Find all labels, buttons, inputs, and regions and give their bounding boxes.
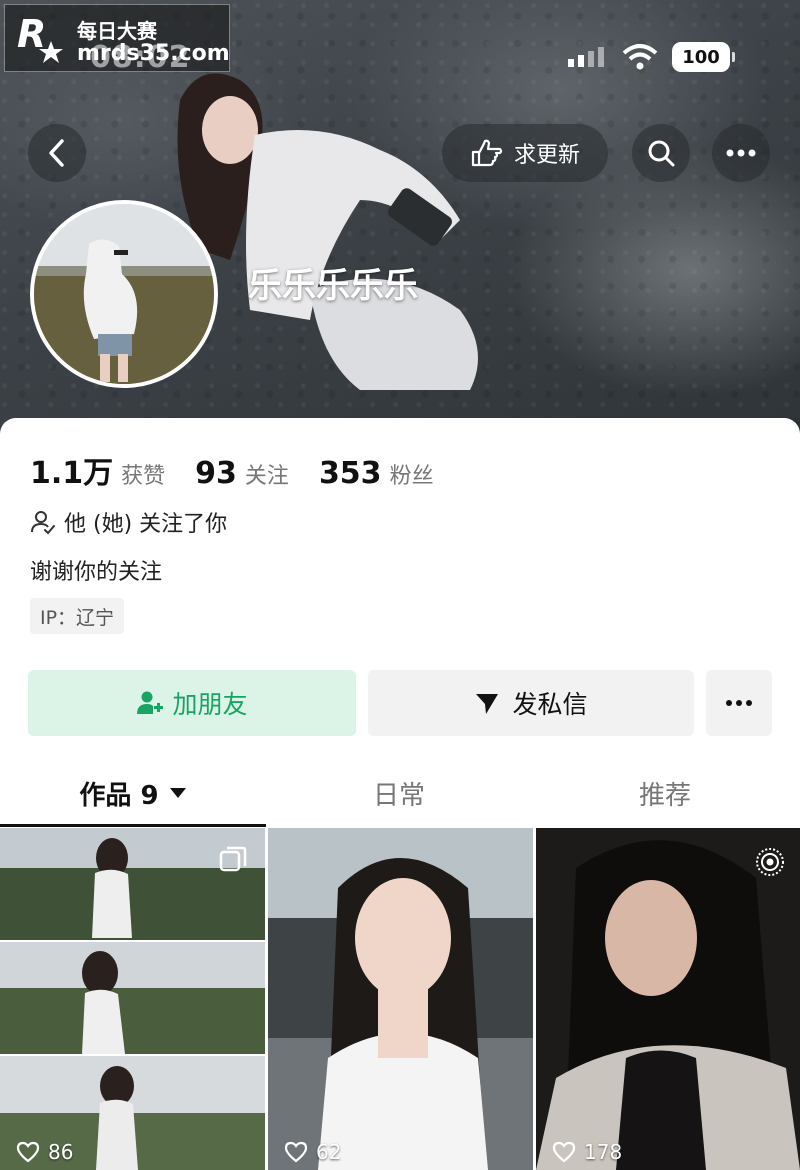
followers-label: 粉丝	[389, 464, 434, 489]
likes-count[interactable]: 1.1万	[30, 448, 113, 492]
avatar-photo	[34, 204, 214, 384]
post-thumbnail	[268, 828, 533, 1170]
post-like-count: 62	[284, 1140, 341, 1164]
like-count-value: 178	[584, 1140, 623, 1164]
post-like-count: 178	[552, 1140, 622, 1164]
pointing-hand-icon	[471, 139, 503, 167]
profile-bio: 谢谢你的关注	[30, 560, 163, 585]
add-friend-button[interactable]: 加朋友	[28, 670, 356, 736]
live-photo-icon	[756, 848, 784, 876]
profile-stats: 1.1万 获赞 93 关注 353 粉丝	[30, 448, 464, 492]
tab-daily-label: 日常	[372, 780, 425, 811]
like-count-value: 62	[316, 1140, 342, 1164]
search-icon	[648, 140, 675, 167]
tab-recommended[interactable]: 推荐	[532, 758, 798, 828]
tab-works-label: 作品 9	[79, 780, 159, 811]
add-friend-label: 加朋友	[172, 690, 248, 719]
following-label: 关注	[244, 464, 289, 489]
post-tile[interactable]: 62	[268, 828, 533, 1170]
heart-icon	[552, 1141, 576, 1163]
send-arrow-icon	[476, 694, 499, 714]
person-follow-icon	[31, 511, 55, 535]
post-tile[interactable]: 86	[0, 828, 265, 1170]
battery-indicator: 100	[672, 42, 735, 72]
send-message-label: 发私信	[512, 690, 588, 719]
more-dots-icon	[726, 149, 756, 157]
more-dots-icon	[726, 700, 752, 706]
username: 乐乐乐乐乐	[248, 266, 418, 306]
add-friend-icon	[137, 691, 164, 714]
followers-count[interactable]: 353	[319, 456, 382, 491]
signal-icon	[568, 47, 604, 67]
more-actions-button[interactable]	[706, 670, 772, 736]
post-thumbnail	[536, 828, 800, 1170]
chevron-left-icon	[49, 139, 64, 167]
following-count[interactable]: 93	[195, 456, 237, 491]
tab-recommended-label: 推荐	[638, 780, 691, 811]
wifi-icon	[622, 44, 658, 70]
request-update-button[interactable]: 求更新	[442, 124, 608, 182]
back-button[interactable]	[28, 124, 86, 182]
status-time: 08:02	[90, 40, 191, 75]
heart-icon	[16, 1141, 40, 1163]
posts-grid: 86 62 178	[0, 828, 800, 1170]
watermark-logo: R	[17, 12, 63, 63]
tab-daily[interactable]: 日常	[266, 758, 532, 828]
post-like-count: 86	[16, 1140, 73, 1164]
profile-header: R 每日大赛 mrds35.com 08:02 100 求更新 乐乐乐乐乐	[0, 0, 800, 440]
follows-you-text: 他 (她) 关注了你	[64, 512, 228, 537]
search-button[interactable]	[632, 124, 690, 182]
ip-location-tag: IP：辽宁	[30, 598, 125, 634]
caret-down-icon	[169, 788, 186, 798]
tab-works[interactable]: 作品 9	[0, 758, 266, 828]
avatar[interactable]	[30, 200, 218, 388]
likes-label: 获赞	[121, 464, 166, 489]
cover-person-figure	[177, 73, 478, 390]
action-row: 加朋友 发私信	[28, 670, 772, 736]
more-options-button[interactable]	[712, 124, 770, 182]
status-icons: 100	[568, 42, 735, 72]
heart-icon	[284, 1141, 308, 1163]
post-thumbnail	[0, 828, 265, 1170]
active-tab-indicator	[0, 824, 266, 827]
post-tile[interactable]: 178	[536, 828, 800, 1170]
follows-you-row: 他 (她) 关注了你	[30, 506, 227, 538]
multi-image-icon	[219, 846, 247, 872]
send-message-button[interactable]: 发私信	[368, 670, 694, 736]
like-count-value: 86	[48, 1140, 74, 1164]
content-tabs: 作品 9 日常 推荐	[0, 758, 800, 828]
request-update-label: 求更新	[513, 143, 580, 168]
